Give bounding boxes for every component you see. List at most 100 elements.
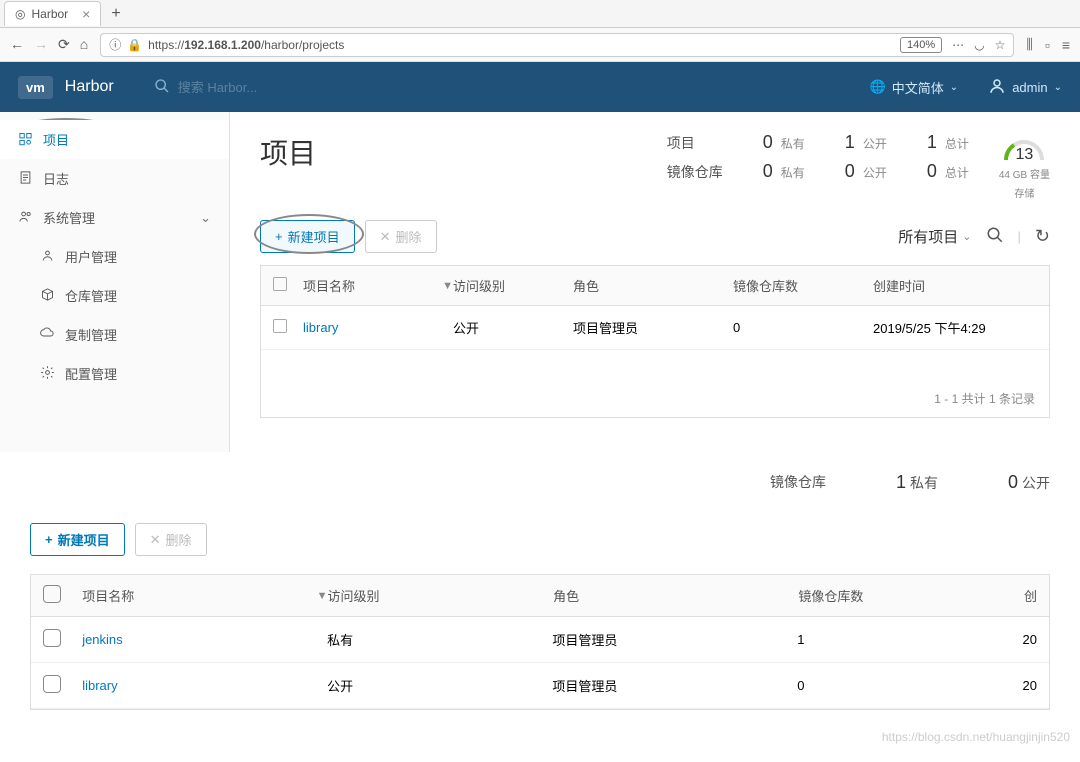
main-content: 项目 项目 0私有 1公开 1总计 镜像仓库 0私有 0公开 0总计: [230, 112, 1080, 452]
user-menu[interactable]: admin ⌄: [988, 77, 1062, 98]
col-count[interactable]: 镜像仓库数: [733, 276, 873, 295]
watermark: https://blog.csdn.net/huangjinjin520: [882, 730, 1070, 744]
browser-toolbar: ← → ⟳ ⌂ ⓘ 🔒 https://192.168.1.200/harbor…: [0, 28, 1080, 62]
url-bar[interactable]: ⓘ 🔒 https://192.168.1.200/harbor/project…: [100, 33, 1014, 57]
sidebar-item-replication[interactable]: 复制管理: [0, 315, 229, 354]
col-name: 项目名称▼: [82, 586, 327, 605]
filter-select[interactable]: 所有项目 ⌄: [898, 226, 971, 247]
more-icon[interactable]: ⋯: [952, 38, 964, 52]
col-role[interactable]: 角色: [553, 586, 798, 605]
sidebar-item-config[interactable]: 配置管理: [0, 354, 229, 393]
info-icon[interactable]: ⓘ: [109, 36, 121, 53]
section-two: 镜像仓库 1私有 0公开 + 新建项目 ✕ 删除 项目名称▼ 访问级别 角色 镜…: [0, 452, 1080, 730]
globe-icon: 🌐: [870, 79, 886, 95]
delete-button[interactable]: ✕ 删除: [365, 220, 437, 253]
table-footer: 1 - 1 共计 1 条记录: [261, 380, 1049, 417]
sidebar-icon[interactable]: ▫: [1045, 37, 1050, 53]
cell-role: 项目管理员: [552, 676, 797, 695]
sort-icon[interactable]: ▼: [317, 590, 328, 602]
select-all-checkbox[interactable]: [273, 277, 287, 291]
app: vm Harbor 🌐 中文简体 ⌄ admin ⌄ «: [0, 62, 1080, 452]
delete-button[interactable]: ✕ 删除: [135, 523, 207, 556]
close-icon: ✕: [150, 532, 161, 548]
projects-icon: [18, 131, 33, 149]
page-title-row: 项目 项目 0私有 1公开 1总计 镜像仓库 0私有 0公开 0总计: [260, 132, 1050, 200]
toolbar-right: ⫼ ▫ ≡: [1026, 36, 1070, 53]
search-icon: [154, 78, 170, 97]
project-link[interactable]: jenkins: [82, 632, 122, 647]
col-role[interactable]: 角色: [573, 276, 733, 295]
table-header: 项目名称▼ 访问级别 角色 镜像仓库数 创: [31, 575, 1049, 617]
project-link[interactable]: library: [303, 320, 338, 335]
sort-icon[interactable]: ▼: [442, 280, 453, 292]
registry-icon: [40, 287, 55, 305]
cell-role: 项目管理员: [573, 318, 733, 337]
row-checkbox[interactable]: [43, 629, 61, 647]
lock-icon[interactable]: 🔒: [127, 38, 142, 52]
stat-projects-total: 1: [927, 132, 937, 153]
new-project-button[interactable]: + 新建项目: [30, 523, 125, 556]
col-access[interactable]: 访问级别: [327, 586, 553, 605]
stat-repos-private: 0: [763, 161, 773, 182]
sidebar-item-registries[interactable]: 仓库管理: [0, 276, 229, 315]
search-input[interactable]: [178, 80, 454, 95]
row-checkbox[interactable]: [273, 319, 287, 333]
table-row[interactable]: library 公开 项目管理员 0 20: [31, 663, 1049, 709]
replication-icon: [40, 326, 55, 344]
url-right: 140% ⋯ ◡ ☆: [900, 37, 1005, 53]
browser-tab[interactable]: ◎ Harbor ×: [4, 1, 101, 26]
chevron-down-icon: ⌄: [950, 82, 958, 93]
sidebar-label: 配置管理: [65, 364, 117, 383]
tab-title: Harbor: [31, 7, 68, 21]
stat-label-projects: 项目: [667, 133, 723, 153]
sidebar: « 项目 日志 系统管理 ⌄ 用户管理: [0, 112, 230, 452]
close-tab-icon[interactable]: ×: [82, 6, 90, 22]
reload-button[interactable]: ⟳: [58, 36, 70, 53]
cell-time: 2019/5/25 下午4:29: [873, 318, 1037, 337]
stat-public-n: 0: [1008, 472, 1018, 492]
refresh-icon[interactable]: ↻: [1035, 226, 1050, 247]
col-count[interactable]: 镜像仓库数: [798, 586, 1024, 605]
col-name: 项目名称▼: [303, 276, 453, 295]
col-access[interactable]: 访问级别: [453, 276, 573, 295]
zoom-badge[interactable]: 140%: [900, 37, 942, 53]
new-project-button[interactable]: + 新建项目: [260, 220, 355, 253]
cell-count: 0: [797, 678, 1022, 693]
cell-access: 公开: [453, 318, 573, 337]
home-button[interactable]: ⌂: [80, 36, 88, 53]
back-button[interactable]: ←: [10, 36, 24, 53]
library-icon[interactable]: ⫼: [1026, 36, 1032, 53]
global-search[interactable]: [154, 78, 454, 97]
pocket-icon[interactable]: ◡: [974, 38, 984, 52]
search-icon[interactable]: [986, 226, 1004, 247]
menu-icon[interactable]: ≡: [1062, 37, 1070, 53]
body: « 项目 日志 系统管理 ⌄ 用户管理: [0, 112, 1080, 452]
bookmark-icon[interactable]: ☆: [995, 38, 1006, 52]
select-all-checkbox[interactable]: [43, 585, 61, 603]
cell-time: 20: [1023, 632, 1037, 647]
sidebar-item-projects[interactable]: 项目: [0, 120, 229, 159]
sidebar-item-logs[interactable]: 日志: [0, 159, 229, 198]
sidebar-label: 复制管理: [65, 325, 117, 344]
col-time[interactable]: 创建时间: [873, 276, 1037, 295]
sec2-stats: 镜像仓库 1私有 0公开: [30, 472, 1050, 493]
sidebar-label: 项目: [43, 130, 69, 149]
projects-table: 项目名称▼ 访问级别 角色 镜像仓库数 创建时间 library 公开 项目管理…: [260, 265, 1050, 418]
language-selector[interactable]: 🌐 中文简体 ⌄: [870, 78, 959, 97]
page-title: 项目: [260, 132, 316, 172]
sidebar-item-users[interactable]: 用户管理: [0, 237, 229, 276]
cell-access: 公开: [327, 676, 552, 695]
projects-table-2: 项目名称▼ 访问级别 角色 镜像仓库数 创 jenkins 私有 项目管理员 1…: [30, 574, 1050, 710]
sidebar-label: 仓库管理: [65, 286, 117, 305]
table-header: 项目名称▼ 访问级别 角色 镜像仓库数 创建时间: [261, 266, 1049, 306]
row-checkbox[interactable]: [43, 675, 61, 693]
col-time[interactable]: 创: [1024, 586, 1037, 605]
sidebar-item-admin[interactable]: 系统管理 ⌄: [0, 198, 229, 237]
users-icon: [40, 248, 55, 266]
chevron-down-icon: ⌄: [200, 210, 211, 226]
new-tab-button[interactable]: +: [101, 1, 130, 27]
table-row[interactable]: jenkins 私有 项目管理员 1 20: [31, 617, 1049, 663]
project-link[interactable]: library: [82, 678, 117, 693]
table-row[interactable]: library 公开 项目管理员 0 2019/5/25 下午4:29: [261, 306, 1049, 350]
forward-button[interactable]: →: [34, 36, 48, 53]
